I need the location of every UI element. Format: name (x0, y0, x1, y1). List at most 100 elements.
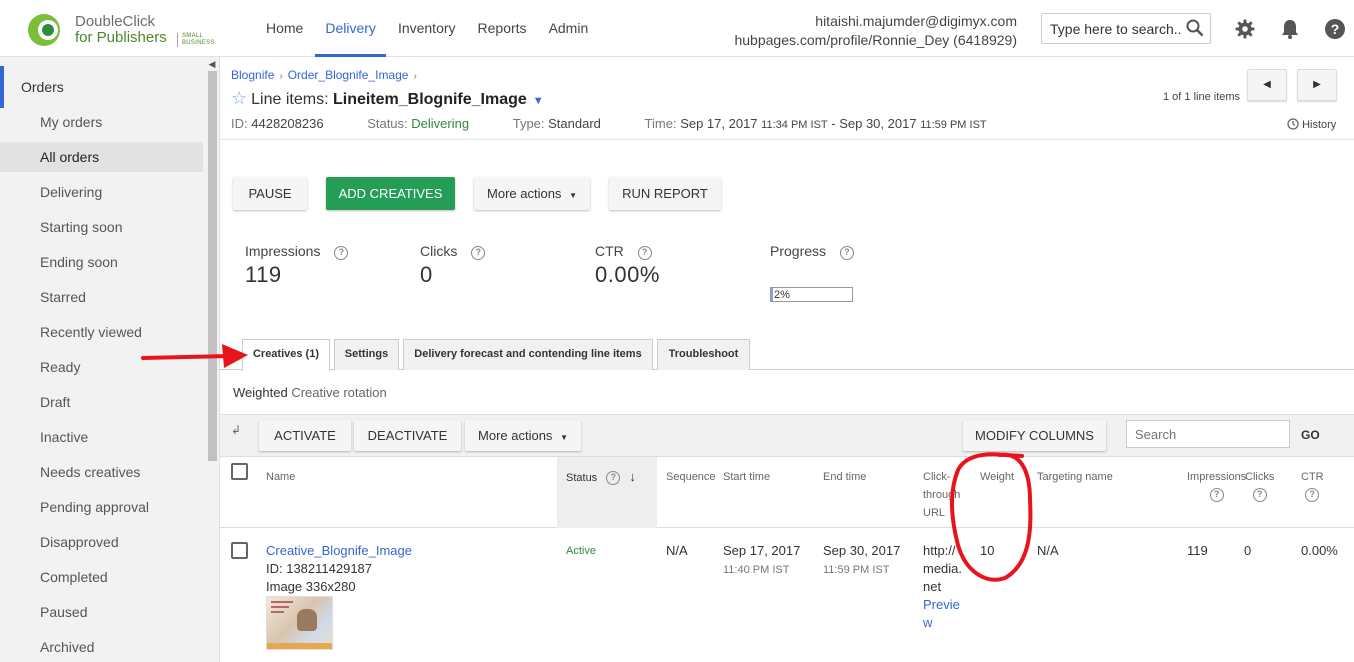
sidebar-scrollbar[interactable] (208, 71, 217, 461)
run-report-button[interactable]: RUN REPORT (609, 177, 721, 210)
collapse-sidebar-icon[interactable]: ◀ (205, 57, 219, 71)
breadcrumb-order[interactable]: Order_Blognife_Image (288, 68, 409, 82)
help-icon[interactable]: ? (1209, 488, 1224, 502)
sidebar-item-needs-creatives[interactable]: Needs creatives (0, 457, 203, 487)
help-icon[interactable]: ? (1324, 18, 1346, 40)
logo-line-1: DoubleClick (75, 13, 156, 30)
sidebar-item-starred[interactable]: Starred (0, 282, 203, 312)
sidebar-item-starting-soon[interactable]: Starting soon (0, 212, 203, 242)
col-click-through-url[interactable]: Click- through URL (923, 468, 960, 522)
sequence-cell: N/A (666, 543, 688, 558)
col-start-time[interactable]: Start time (723, 468, 770, 486)
preview-link[interactable]: Previe w (923, 596, 962, 632)
help-icon[interactable]: ? (334, 246, 349, 260)
sidebar-item-ending-soon[interactable]: Ending soon (0, 247, 203, 277)
sidebar-item-delivering[interactable]: Delivering (0, 177, 203, 207)
star-icon[interactable]: ☆ (231, 88, 247, 108)
deactivate-button[interactable]: DEACTIVATE (354, 420, 461, 451)
sidebar-item-all-orders[interactable]: All orders (0, 142, 203, 172)
tab-creatives[interactable]: Creatives (1) (242, 339, 330, 371)
table-search (1126, 420, 1290, 448)
table-more-actions-button[interactable]: More actions ▼ (465, 420, 581, 451)
col-weight[interactable]: Weight (980, 468, 1014, 486)
top-header: DoubleClick for Publishers SMALL BUSINES… (0, 0, 1354, 57)
breadcrumb-separator-icon: › (279, 71, 283, 82)
breadcrumb-advertiser[interactable]: Blognife (231, 68, 274, 82)
sidebar-item-completed[interactable]: Completed (0, 562, 203, 592)
col-clicks[interactable]: Clicks ? (1245, 468, 1274, 504)
sort-arrow-down-icon[interactable]: ↓ (629, 469, 636, 484)
pause-button[interactable]: PAUSE (233, 177, 307, 210)
collapse-arrow-icon[interactable]: ↲ (231, 423, 241, 437)
add-creatives-button[interactable]: ADD CREATIVES (326, 177, 455, 210)
help-icon[interactable]: ? (606, 471, 621, 485)
col-targeting-name[interactable]: Targeting name (1037, 468, 1113, 486)
help-icon[interactable]: ? (839, 246, 854, 260)
sidebar-item-pending-approval[interactable]: Pending approval (0, 492, 203, 522)
product-name[interactable]: DoubleClick for Publishers (75, 14, 167, 46)
sidebar-item-archived[interactable]: Archived (0, 632, 203, 662)
creative-name-link[interactable]: Creative_Blognife_Image (266, 542, 412, 560)
sidebar-item-my-orders[interactable]: My orders (0, 107, 203, 137)
nav-reports[interactable]: Reports (468, 0, 537, 57)
creative-thumbnail[interactable] (266, 596, 333, 650)
sidebar-item-draft[interactable]: Draft (0, 387, 203, 417)
col-end-time[interactable]: End time (823, 468, 866, 486)
rotation-type: Weighted (233, 385, 288, 400)
col-impressions[interactable]: Impressions ? (1187, 468, 1246, 504)
network-name: hubpages.com/profile/Ronnie_Dey (6418929… (734, 32, 1017, 48)
history-link[interactable]: History (1287, 118, 1336, 131)
go-button[interactable]: GO (1301, 428, 1320, 442)
modify-columns-button[interactable]: MODIFY COLUMNS (963, 420, 1106, 451)
prev-lineitem-button[interactable]: ◀ (1247, 69, 1287, 101)
search-input[interactable] (1042, 14, 1182, 43)
sidebar-item-recently-viewed[interactable]: Recently viewed (0, 317, 203, 347)
activate-button[interactable]: ACTIVATE (259, 420, 351, 451)
click-through-url-cell: http:// media. net Previe w (923, 542, 962, 632)
tab-delivery-forecast[interactable]: Delivery forecast and contending line it… (403, 339, 653, 370)
divider (220, 139, 1354, 140)
col-sequence[interactable]: Sequence (666, 468, 716, 486)
bell-icon[interactable] (1279, 18, 1301, 40)
help-icon[interactable]: ? (1252, 488, 1267, 502)
gear-icon[interactable] (1234, 18, 1256, 40)
nav-inventory[interactable]: Inventory (388, 0, 466, 57)
user-email: hitaishi.majumder@digimyx.com (815, 13, 1017, 29)
col-status[interactable]: Status ? ↓ (566, 468, 636, 487)
sidebar-item-paused[interactable]: Paused (0, 597, 203, 627)
tab-troubleshoot[interactable]: Troubleshoot (657, 339, 750, 370)
help-icon[interactable]: ? (637, 246, 652, 260)
sidebar-item-disapproved[interactable]: Disapproved (0, 527, 203, 557)
weight-cell[interactable]: 10 (980, 542, 994, 560)
tab-settings[interactable]: Settings (334, 339, 399, 370)
row-checkbox[interactable] (231, 542, 248, 559)
select-all-checkbox[interactable] (231, 463, 248, 480)
col-impressions-label: Impressions (1187, 471, 1247, 483)
rotation-label: Creative rotation (291, 385, 387, 400)
next-lineitem-button[interactable]: ▶ (1297, 69, 1337, 101)
user-info[interactable]: hitaishi.majumder@digimyx.com hubpages.c… (734, 12, 1017, 50)
lineitem-dropdown-icon[interactable]: ▼ (533, 95, 544, 107)
clicks-cell: 0 (1244, 543, 1252, 558)
thumbnail-figure (297, 609, 317, 631)
col-name[interactable]: Name (266, 468, 295, 486)
table-search-input[interactable] (1127, 421, 1287, 447)
url-line-2: media. (923, 561, 963, 576)
col-ctr[interactable]: CTR ? (1301, 468, 1324, 504)
search-icon[interactable] (1186, 19, 1204, 37)
help-icon[interactable]: ? (471, 246, 486, 260)
ctr-value: 0.00% (595, 262, 660, 287)
doubleclick-logo-icon[interactable] (26, 12, 66, 48)
lineitem-name[interactable]: Lineitem_Blognife_Image (333, 91, 527, 108)
creative-rotation: Weighted Creative rotation (233, 385, 387, 400)
more-actions-button[interactable]: More actions ▼ (474, 177, 590, 210)
nav-admin[interactable]: Admin (539, 0, 599, 57)
ctr-stat: CTR ? 0.00% (595, 243, 660, 288)
col-ctr-label: CTR (1301, 471, 1324, 483)
sidebar-item-inactive[interactable]: Inactive (0, 422, 203, 452)
nav-delivery[interactable]: Delivery (315, 0, 386, 57)
help-icon[interactable]: ? (1305, 488, 1320, 502)
nav-home[interactable]: Home (256, 0, 313, 57)
sidebar-section-orders[interactable]: Orders (0, 66, 205, 108)
sidebar-item-ready[interactable]: Ready (0, 352, 203, 382)
